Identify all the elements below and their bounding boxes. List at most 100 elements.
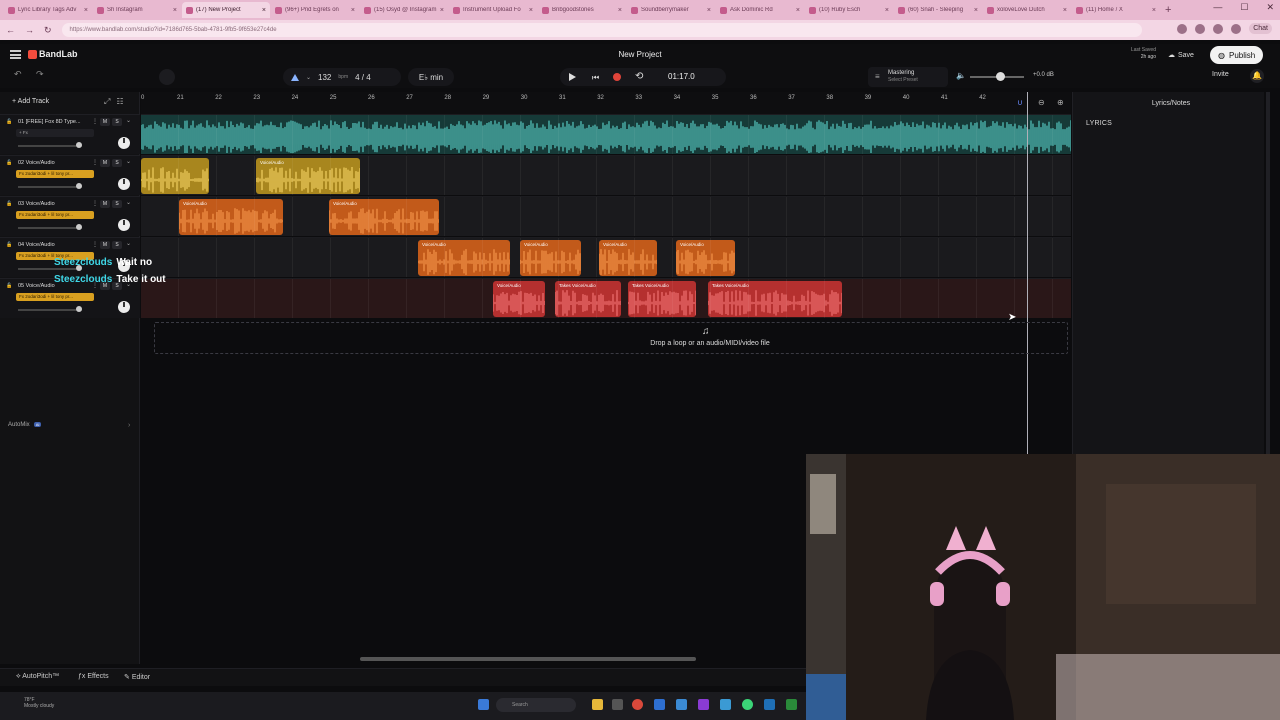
close-tab-icon[interactable]: × — [796, 7, 800, 14]
autopitch-button[interactable]: ⟡ AutoPitch™ — [16, 673, 59, 681]
mute-button[interactable]: M — [100, 241, 110, 249]
chevron-down-icon[interactable]: ⌄ — [126, 240, 131, 247]
track-name[interactable]: 04 Voice/Audio — [18, 242, 92, 248]
app-icon[interactable] — [676, 699, 687, 710]
extension-icon[interactable] — [1195, 23, 1206, 34]
track-volume-slider[interactable] — [18, 227, 82, 229]
audio-clip[interactable] — [141, 158, 209, 194]
chrome-icon[interactable] — [632, 699, 643, 710]
audio-clip[interactable]: Voice/Audio — [329, 199, 439, 235]
audio-clip[interactable]: Voice/Audio — [418, 240, 510, 276]
lyrics-label[interactable]: LYRICS — [1086, 120, 1112, 127]
app-icon[interactable] — [786, 699, 797, 710]
wand-icon[interactable]: ⤢ — [104, 97, 110, 107]
mixer-icon[interactable]: ☷ — [116, 97, 123, 107]
solo-button[interactable]: S — [112, 200, 122, 208]
fx-chain-button[interactable]: Fx 2odari3odi + lil tony pr... — [16, 293, 94, 301]
drop-zone[interactable] — [154, 322, 1068, 354]
fx-chain-button[interactable]: + Fx — [16, 129, 94, 137]
bell-icon[interactable]: 🔔 — [1250, 69, 1264, 83]
loop-icon[interactable]: ⟲ — [635, 71, 643, 82]
audio-clip[interactable]: Takes Voice/Audio — [628, 281, 696, 317]
url-input[interactable]: https://www.bandlab.com/studio?id=7186d7… — [61, 23, 1142, 37]
browser-tab[interactable]: (15) Osyd @ Instagram × — [360, 2, 448, 18]
pan-knob[interactable] — [118, 219, 130, 231]
extension-icon[interactable] — [1213, 23, 1224, 34]
track-volume-knob[interactable] — [76, 183, 82, 189]
volume-icon[interactable]: 🔈 — [956, 71, 966, 80]
master-volume-knob[interactable] — [996, 72, 1005, 81]
project-title[interactable]: New Project — [560, 50, 720, 59]
track-header[interactable]: 🔓 03 Voice/Audio ⋮ M S ⌄ Fx 2odari3odi + lil t… — [0, 196, 140, 236]
audio-clip[interactable] — [141, 117, 1071, 153]
close-tab-icon[interactable]: × — [440, 7, 444, 14]
audio-clip[interactable]: Voice/Audio — [179, 199, 283, 235]
close-tab-icon[interactable]: × — [974, 7, 978, 14]
track-header[interactable]: 🔓 01 [FREE] Fox 8D Type... ⋮ M S ⌄ + Fx — [0, 114, 140, 154]
browser-tab[interactable]: Soundberrymaker × — [627, 2, 715, 18]
close-tab-icon[interactable]: × — [173, 7, 177, 14]
chevron-down-icon[interactable]: ⌄ — [126, 199, 131, 206]
chevron-down-icon[interactable]: ⌄ — [306, 74, 311, 81]
minimize-icon[interactable]: — — [1213, 2, 1222, 13]
track-volume-slider[interactable] — [18, 268, 82, 270]
play-icon[interactable] — [569, 73, 576, 81]
automix-row[interactable]: AutoMix AI — [6, 422, 42, 428]
record-icon[interactable] — [613, 73, 621, 81]
fx-chain-button[interactable]: Fx 2odari3odi + lil tony pr... — [16, 211, 94, 219]
track-volume-knob[interactable] — [76, 224, 82, 230]
metronome-button[interactable] — [159, 69, 175, 85]
close-tab-icon[interactable]: × — [262, 7, 266, 14]
browser-tab[interactable]: (60) Snah - Sleeping × — [894, 2, 982, 18]
lock-icon[interactable]: 🔓 — [6, 119, 12, 125]
tempo-value[interactable]: 132 — [318, 73, 331, 82]
close-icon[interactable]: ✕ — [1266, 2, 1274, 13]
track-name[interactable]: 01 [FREE] Fox 8D Type... — [18, 119, 92, 125]
track-name[interactable]: 02 Voice/Audio — [18, 160, 92, 166]
browser-tab[interactable]: Instrument Upload Fo × — [449, 2, 537, 18]
skip-back-icon[interactable]: ⏮ — [592, 73, 599, 83]
app-icon[interactable] — [720, 699, 731, 710]
zoom-out-icon[interactable]: ⊖ — [1038, 98, 1045, 107]
solo-button[interactable]: S — [112, 241, 122, 249]
lock-icon[interactable]: 🔓 — [6, 201, 12, 207]
extension-icon[interactable] — [1177, 23, 1188, 34]
track-volume-slider[interactable] — [18, 309, 82, 311]
solo-button[interactable]: S — [112, 118, 122, 126]
publish-button[interactable]: ◍ Publish — [1210, 46, 1264, 64]
new-tab-icon[interactable]: + — [1165, 4, 1171, 16]
track-lane[interactable]: Voice/Audio Takes Voice/Audio Takes Voice/… — [141, 278, 1071, 318]
track-name[interactable]: 03 Voice/Audio — [18, 201, 92, 207]
track-lane[interactable]: Voice/Audio — [141, 155, 1071, 195]
mastering-button[interactable]: ≡ Mastering Select Preset — [868, 67, 948, 87]
track-volume-slider[interactable] — [18, 145, 82, 147]
audio-clip[interactable]: Voice/Audio — [256, 158, 360, 194]
metronome-icon[interactable] — [291, 73, 299, 81]
editor-button[interactable]: ✎ Editor — [124, 673, 150, 681]
audio-clip[interactable]: Voice/Audio — [520, 240, 581, 276]
pan-knob[interactable] — [118, 137, 130, 149]
taskbar-search-input[interactable]: Search — [496, 698, 576, 712]
audio-clip[interactable]: Voice/Audio — [599, 240, 657, 276]
invite-button[interactable]: Invite — [1212, 71, 1229, 78]
track-lane[interactable]: Voice/Audio Voice/Audio — [141, 196, 1071, 236]
track-lane[interactable] — [141, 114, 1071, 154]
close-tab-icon[interactable]: × — [351, 7, 355, 14]
close-tab-icon[interactable]: × — [707, 7, 711, 14]
back-icon[interactable]: ← — [6, 25, 15, 35]
track-header[interactable]: 🔓 02 Voice/Audio ⋮ M S ⌄ Fx 2odari3odi + lil t… — [0, 155, 140, 195]
mute-button[interactable]: M — [100, 200, 110, 208]
more-icon[interactable]: ⋮ — [92, 118, 98, 125]
timeline[interactable]: Voice/Audio Voice/Audio Voice/Audio Voice/A… — [141, 114, 1071, 320]
key-selector[interactable]: E♭ min — [408, 68, 454, 86]
playhead[interactable] — [1027, 92, 1028, 454]
track-volume-knob[interactable] — [76, 142, 82, 148]
time-signature[interactable]: 4 / 4 — [355, 73, 371, 82]
browser-tab[interactable]: xoloveLove Dutch × — [983, 2, 1071, 18]
chat-button[interactable]: Chat — [1249, 23, 1272, 34]
windows-start-icon[interactable] — [478, 699, 489, 710]
chevron-right-icon[interactable]: › — [128, 422, 130, 429]
lock-icon[interactable]: 🔓 — [6, 283, 12, 289]
browser-tab[interactable]: Bnbgoodstones × — [538, 2, 626, 18]
timeline-ruler[interactable]: ∪ ⊖ ⊕ 0 21 22 23 24 25 26 27 28 29 30 31 32 33 34 35 36 3… — [141, 92, 1071, 114]
